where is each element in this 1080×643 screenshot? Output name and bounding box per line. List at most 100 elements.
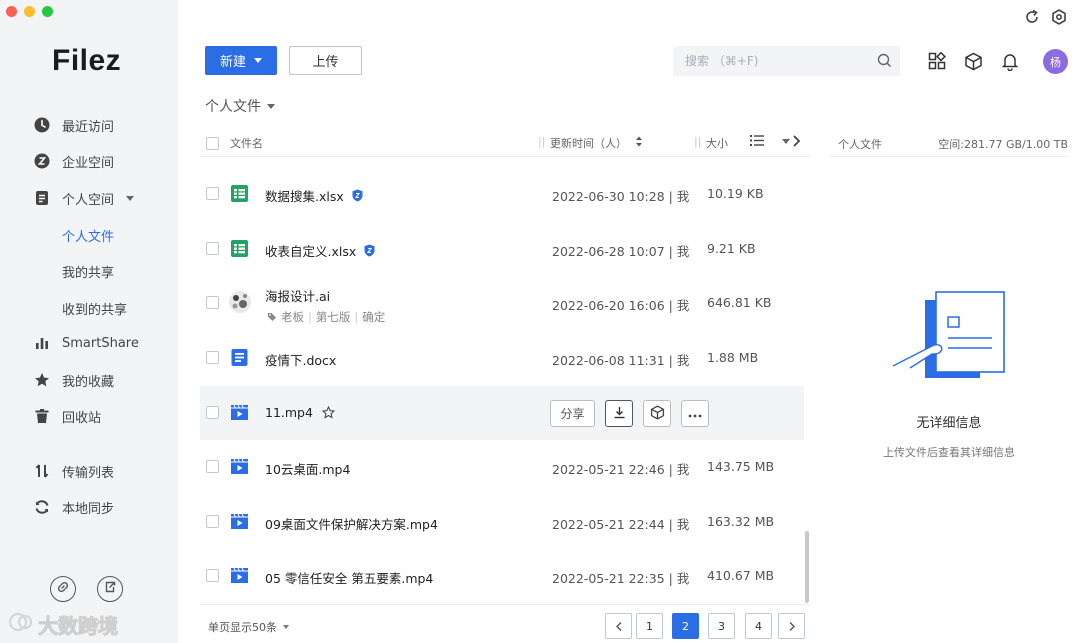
upload-button[interactable]: 上传 bbox=[289, 46, 362, 75]
sidebar-subitem-personal-files[interactable]: 个人文件 bbox=[62, 226, 114, 245]
row-checkbox[interactable] bbox=[206, 296, 219, 309]
prev-page-button[interactable] bbox=[605, 613, 632, 639]
sidebar-item-transfers[interactable]: 传输列表 bbox=[34, 461, 114, 481]
file-name-text: 05 零信任安全 第五要素.mp4 bbox=[265, 571, 434, 586]
bell-icon[interactable] bbox=[1000, 51, 1020, 71]
file-size: 646.81 KB bbox=[707, 295, 772, 310]
share-button-label: 分享 bbox=[560, 407, 585, 421]
sidebar-item-recent[interactable]: 最近访问 bbox=[34, 115, 114, 135]
sidebar-item-trash[interactable]: 回收站 bbox=[34, 406, 101, 426]
sidebar-item-personal[interactable]: 个人空间 bbox=[34, 188, 135, 208]
settings-icon[interactable] bbox=[1051, 9, 1067, 25]
row-checkbox[interactable] bbox=[206, 460, 219, 473]
file-updated-time: 2022-06-20 16:06 | 我 bbox=[552, 298, 690, 313]
close-window-button[interactable] bbox=[6, 6, 17, 17]
row-checkbox[interactable] bbox=[206, 406, 219, 419]
page-button-2[interactable]: 2 bbox=[672, 613, 699, 639]
column-divider[interactable]: || bbox=[538, 135, 545, 148]
file-name[interactable]: 收表自定义.xlsx bbox=[265, 241, 375, 260]
sidebar-item-smartshare[interactable]: SmartShare bbox=[34, 333, 139, 353]
chevron-down-icon[interactable] bbox=[126, 195, 135, 201]
sort-icon[interactable] bbox=[635, 136, 643, 150]
row-checkbox[interactable] bbox=[206, 569, 219, 582]
next-page-button[interactable] bbox=[778, 613, 805, 639]
row-checkbox[interactable] bbox=[206, 242, 219, 255]
link-button[interactable] bbox=[50, 576, 76, 602]
watermark-logo-icon bbox=[8, 611, 34, 638]
sidebar-item-favorites[interactable]: 我的收藏 bbox=[34, 370, 114, 390]
file-name[interactable]: 09桌面文件保护解决方案.mp4 bbox=[265, 514, 438, 533]
column-header-time[interactable]: 更新时间（人） bbox=[550, 135, 627, 151]
table-row[interactable]: 10云桌面.mp4 2022-05-21 22:46 | 我 143.75 MB bbox=[200, 440, 804, 494]
file-size: 9.21 KB bbox=[707, 241, 756, 256]
clock-icon bbox=[34, 117, 50, 133]
chevron-right-icon[interactable] bbox=[792, 134, 801, 151]
breadcrumb[interactable]: 个人文件 bbox=[205, 96, 275, 116]
cube-icon[interactable] bbox=[963, 51, 983, 71]
sidebar-subitem-my-shares[interactable]: 我的共享 bbox=[62, 262, 114, 281]
table-row[interactable]: 收表自定义.xlsx 2022-06-28 10:07 | 我 9.21 KB bbox=[200, 222, 804, 276]
file-name[interactable]: 05 零信任安全 第五要素.mp4 bbox=[265, 568, 433, 587]
download-button[interactable] bbox=[605, 400, 633, 427]
row-checkbox[interactable] bbox=[206, 187, 219, 200]
tag[interactable]: 第七版 bbox=[316, 309, 351, 325]
per-page-label: 单页显示50条 bbox=[208, 621, 277, 634]
table-row[interactable]: 05 零信任安全 第五要素.mp4 2022-05-21 22:35 | 我 4… bbox=[200, 549, 804, 603]
sidebar: Filez 最近访问 企业空间 个人空间 个人文件 我的共享 收到的共享 Sma… bbox=[0, 0, 178, 643]
link-icon bbox=[56, 580, 70, 598]
refresh-icon[interactable] bbox=[1024, 9, 1040, 25]
file-updated-time: 2022-05-21 22:46 | 我 bbox=[552, 462, 690, 477]
storage-usage: 空间:281.77 GB/1.00 TB bbox=[938, 138, 1068, 151]
star-outline-icon[interactable] bbox=[321, 406, 335, 419]
table-row[interactable]: 09桌面文件保护解决方案.mp4 2022-05-21 22:44 | 我 16… bbox=[200, 495, 804, 549]
view-options-caret-icon[interactable] bbox=[782, 139, 790, 144]
table-row[interactable]: 海报设计.ai 老板 | 第七版 | 确定 2022-06-20 16:06 |… bbox=[200, 276, 804, 330]
sidebar-item-label: SmartShare bbox=[62, 335, 139, 351]
cube-action-button[interactable] bbox=[643, 400, 671, 427]
row-checkbox[interactable] bbox=[206, 351, 219, 364]
file-name[interactable]: 疫情下.docx bbox=[265, 350, 336, 369]
scrollbar[interactable] bbox=[805, 531, 809, 603]
file-name[interactable]: 10云桌面.mp4 bbox=[265, 459, 350, 478]
sidebar-item-enterprise[interactable]: 企业空间 bbox=[34, 151, 114, 171]
file-name[interactable]: 海报设计.ai bbox=[265, 286, 330, 305]
column-header-name[interactable]: 文件名 bbox=[230, 135, 263, 151]
column-divider[interactable]: || bbox=[694, 135, 701, 148]
sidebar-subitem-received-shares[interactable]: 收到的共享 bbox=[62, 299, 127, 318]
list-view-icon[interactable] bbox=[750, 134, 764, 150]
select-all-checkbox[interactable] bbox=[206, 137, 219, 150]
file-name-text: 数据搜集.xlsx bbox=[265, 189, 344, 204]
export-button[interactable] bbox=[97, 576, 123, 602]
table-row[interactable]: 疫情下.docx 2022-06-08 11:31 | 我 1.88 MB bbox=[200, 331, 804, 385]
row-checkbox[interactable] bbox=[206, 515, 219, 528]
per-page-select[interactable]: 单页显示50条 bbox=[208, 619, 289, 635]
page-button-4[interactable]: 4 bbox=[745, 613, 772, 639]
avatar[interactable]: 杨 bbox=[1043, 49, 1068, 74]
minimize-window-button[interactable] bbox=[24, 6, 35, 17]
file-name[interactable]: 数据搜集.xlsx bbox=[265, 186, 363, 205]
search-input[interactable] bbox=[685, 54, 865, 68]
maximize-window-button[interactable] bbox=[42, 6, 53, 17]
tag-icon bbox=[267, 312, 277, 322]
tag[interactable]: 老板 bbox=[281, 309, 304, 325]
tag[interactable]: 确定 bbox=[362, 309, 385, 325]
page-button-1[interactable]: 1 bbox=[636, 613, 663, 639]
table-row[interactable]: 数据搜集.xlsx 2022-06-30 10:28 | 我 10.19 KB bbox=[200, 167, 804, 221]
chevron-right-icon bbox=[789, 621, 795, 631]
share-button[interactable]: 分享 bbox=[550, 400, 595, 427]
apps-icon[interactable] bbox=[927, 51, 947, 71]
page-button-3[interactable]: 3 bbox=[708, 613, 735, 639]
file-size: 163.32 MB bbox=[707, 514, 775, 529]
column-header-size[interactable]: 大小 bbox=[706, 135, 728, 151]
sidebar-item-label: 传输列表 bbox=[62, 465, 115, 481]
chevron-down-icon bbox=[283, 625, 289, 629]
more-button[interactable] bbox=[681, 400, 709, 427]
sidebar-item-local-sync[interactable]: 本地同步 bbox=[34, 497, 114, 517]
file-name[interactable]: 11.mp4 bbox=[265, 405, 335, 420]
search-icon[interactable] bbox=[877, 53, 892, 72]
trash-icon bbox=[34, 408, 50, 424]
file-updated-time: 2022-05-21 22:35 | 我 bbox=[552, 571, 690, 586]
table-row[interactable]: 11.mp4 分享 bbox=[200, 386, 804, 440]
new-button[interactable]: 新建 bbox=[205, 46, 277, 75]
bar-chart-icon bbox=[34, 335, 50, 351]
